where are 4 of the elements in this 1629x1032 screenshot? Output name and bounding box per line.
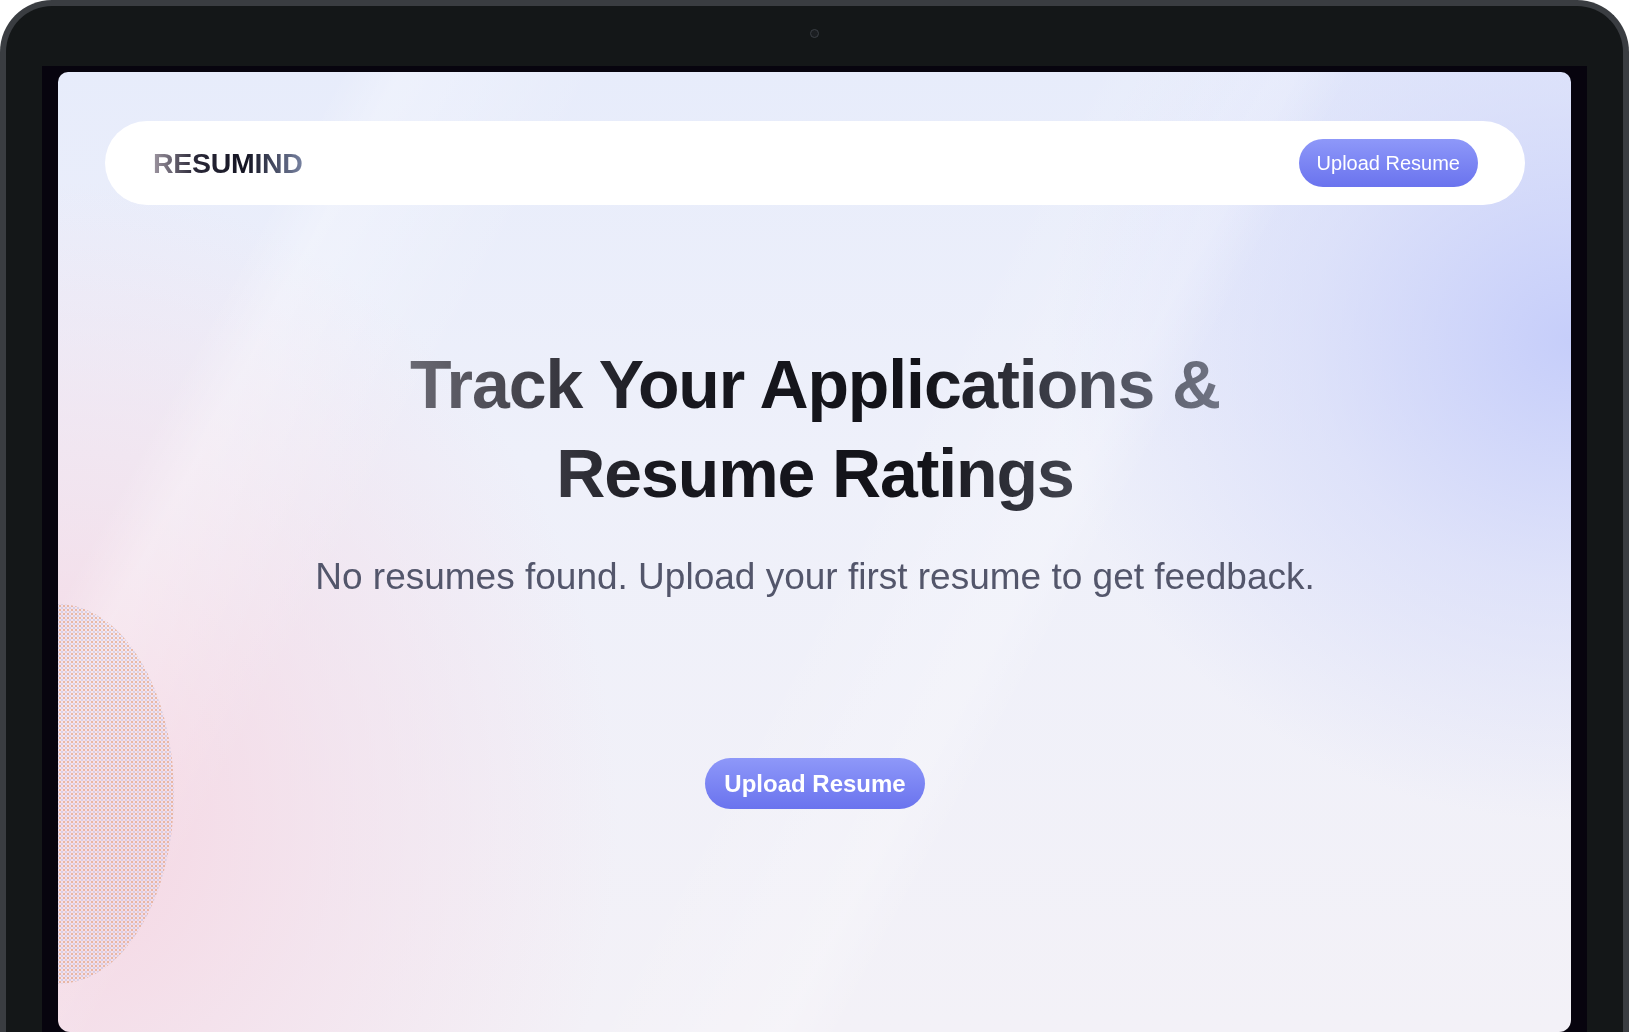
upload-button[interactable]: Upload Resume (1298, 139, 1478, 187)
upload-button[interactable]: Upload Resume (705, 758, 925, 809)
empty-state-message: No resumes found. Upload your first resume to get feedback. (315, 555, 1315, 599)
webcam-icon (810, 28, 819, 38)
